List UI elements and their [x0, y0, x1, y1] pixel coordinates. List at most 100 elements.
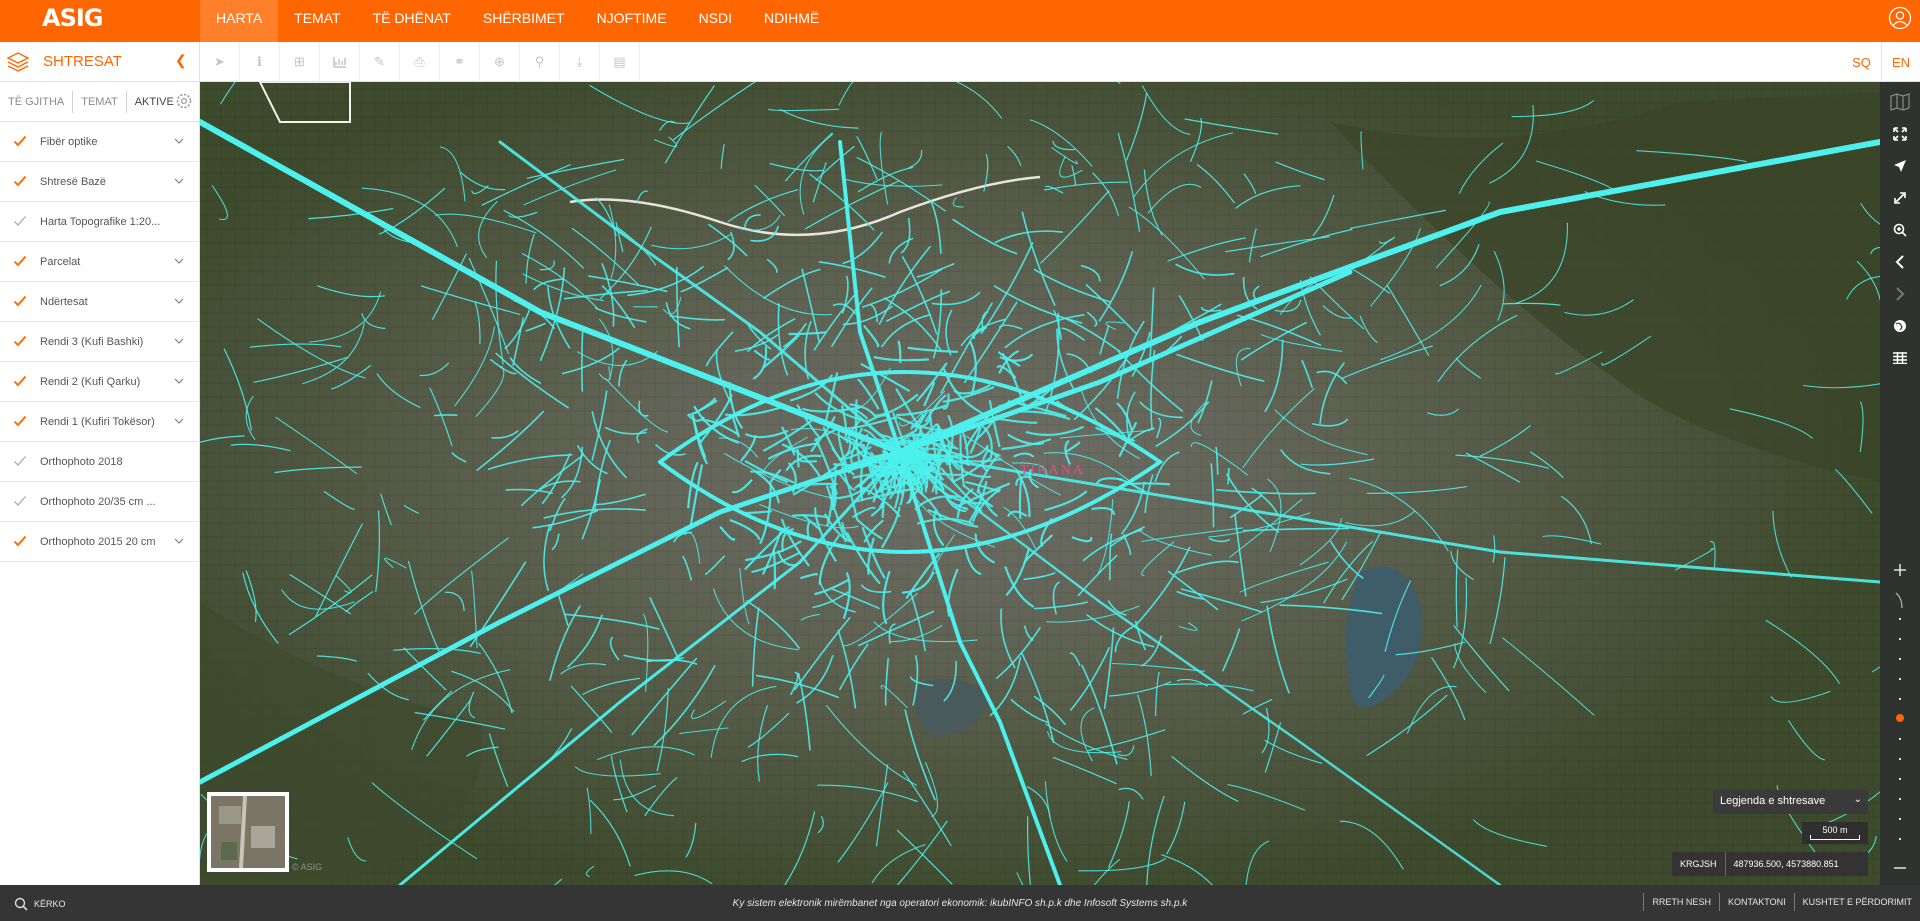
link-icon[interactable]: ⚭ — [440, 42, 480, 82]
checkmark-icon[interactable] — [13, 254, 27, 268]
nav-harta[interactable]: HARTA — [200, 0, 279, 42]
user-icon[interactable] — [1888, 6, 1912, 30]
layer-item[interactable]: Orthophoto 2015 20 cm — [0, 522, 199, 562]
zoom-in-button[interactable] — [1880, 554, 1920, 586]
map-canvas[interactable]: TIRANA — [200, 82, 1880, 885]
fiber-line — [1126, 482, 1171, 486]
zoom-area-icon[interactable] — [1880, 214, 1920, 246]
checkmark-icon[interactable] — [13, 294, 27, 308]
nav-sherbimet[interactable]: SHËRBIMET — [467, 0, 581, 42]
download-icon[interactable]: ⤓ — [560, 42, 600, 82]
link-rreth-nesh[interactable]: RRETH NESH — [1643, 893, 1719, 911]
tab-aktive[interactable]: AKTIVE — [127, 91, 182, 113]
layer-item[interactable]: Rendi 2 (Kufi Qarku) — [0, 362, 199, 402]
checkmark-icon[interactable] — [13, 174, 27, 188]
footer: KËRKO Ky sistem elektronik mirëmbanet ng… — [0, 885, 1920, 921]
chevron-down-icon[interactable] — [174, 417, 184, 425]
overview-map[interactable] — [207, 792, 289, 872]
layer-item[interactable]: Harta Topografike 1:20... — [0, 202, 199, 242]
nav-ndihme[interactable]: NDIHMË — [748, 0, 835, 42]
chart-icon[interactable] — [320, 42, 360, 82]
map-imagery[interactable]: TIRANA — [200, 82, 1880, 885]
legend-dropdown-label: Legjenda e shtresave — [1720, 795, 1826, 807]
back-icon[interactable] — [1880, 246, 1920, 278]
chevron-down-icon[interactable] — [174, 177, 184, 185]
logo-wordmark: ASIG — [42, 4, 103, 32]
zoom-ticks — [1899, 618, 1901, 840]
gear-icon[interactable] — [175, 92, 193, 110]
nav-njoftime[interactable]: NJOFTIME — [581, 0, 683, 42]
layer-item[interactable]: Orthophoto 20/35 cm ... — [0, 482, 199, 522]
checkmark-icon[interactable] — [13, 534, 27, 548]
forward-icon[interactable] — [1880, 278, 1920, 310]
layer-item[interactable]: Parcelat — [0, 242, 199, 282]
chevron-down-icon[interactable] — [174, 537, 184, 545]
asig-logo[interactable]: ASIG — [38, 2, 128, 38]
link-kontaktoni[interactable]: KONTAKTONI — [1718, 893, 1794, 911]
lang-en[interactable]: EN — [1882, 55, 1920, 70]
tab-temat[interactable]: TEMAT — [73, 90, 127, 113]
coordinate-readout: KRGJSH 487936.500, 4573880.851 — [1672, 852, 1868, 876]
basemap-icon[interactable] — [1880, 86, 1920, 118]
lang-sq[interactable]: SQ — [1842, 55, 1881, 70]
layer-item[interactable]: Orthophoto 2018 — [0, 442, 199, 482]
fullscreen-icon[interactable] — [1880, 118, 1920, 150]
fiber-line — [772, 549, 777, 590]
locate-icon[interactable] — [1880, 150, 1920, 182]
tab-te-gjitha[interactable]: TË GJITHA — [0, 90, 74, 113]
language-switch: SQ EN — [1842, 42, 1920, 82]
zoom-slider[interactable] — [1894, 588, 1906, 848]
add-icon[interactable]: ⊞ — [280, 42, 320, 82]
layer-item[interactable]: Rendi 1 (Kufiri Tokësor) — [0, 402, 199, 442]
checkmark-icon[interactable] — [13, 134, 27, 148]
chevron-down-icon[interactable] — [174, 137, 184, 145]
layer-name: Rendi 3 (Kufi Bashki) — [40, 336, 144, 348]
zoom-thumb[interactable] — [1896, 714, 1904, 722]
checkmark-icon[interactable] — [13, 494, 27, 508]
layer-item[interactable]: Rendi 3 (Kufi Bashki) — [0, 322, 199, 362]
layer-item[interactable]: Fibër optike — [0, 122, 199, 162]
checkmark-icon[interactable] — [13, 374, 27, 388]
layer-item[interactable]: Ndërtesat — [0, 282, 199, 322]
zoom-out-button[interactable] — [1880, 852, 1920, 884]
layer-name: Fibër optike — [40, 136, 98, 148]
layer-name: Ndërtesat — [40, 296, 88, 308]
checkmark-icon[interactable] — [13, 334, 27, 348]
edit-icon[interactable]: ✎ — [360, 42, 400, 82]
top-navbar: ASIG HARTA TEMAT TË DHËNAT SHËRBIMET NJO… — [0, 0, 1920, 42]
expand-icon[interactable] — [1880, 182, 1920, 214]
grid-icon[interactable] — [1880, 342, 1920, 374]
chevron-down-icon[interactable] — [174, 257, 184, 265]
select-icon[interactable]: ➤ — [200, 42, 240, 82]
toolbar: SHTRESAT ❮ ➤ ℹ ⊞ ✎ ⎙ ⚭ ⊕ ⚲ ⤓ ▤ SQ EN — [0, 42, 1920, 82]
nav-temat[interactable]: TEMAT — [278, 0, 356, 42]
scale-label: 500 m — [1822, 825, 1848, 835]
globe-icon[interactable] — [1880, 310, 1920, 342]
chevron-down-icon[interactable] — [174, 377, 184, 385]
main-nav: HARTA TEMAT TË DHËNAT SHËRBIMET NJOFTIME… — [200, 0, 835, 42]
plus-circle-icon[interactable]: ⊕ — [480, 42, 520, 82]
image-icon[interactable]: ▤ — [600, 42, 640, 82]
checkmark-icon[interactable] — [13, 414, 27, 428]
zoom-tick — [1899, 818, 1901, 820]
layer-name: Parcelat — [40, 256, 81, 268]
layer-name: Orthophoto 2018 — [40, 456, 123, 468]
checkmark-icon[interactable] — [13, 214, 27, 228]
layer-tabs: TË GJITHA TEMAT AKTIVE — [0, 82, 199, 122]
info-icon[interactable]: ℹ — [240, 42, 280, 82]
link-kushtet[interactable]: KUSHTET E PËRDORIMIT — [1793, 893, 1920, 911]
zoom-tick — [1899, 638, 1901, 640]
legend-dropdown[interactable]: Legjenda e shtresave ⌄ — [1713, 790, 1868, 814]
collapse-panel-icon[interactable]: ❮ — [175, 52, 187, 69]
print-icon[interactable]: ⎙ — [400, 42, 440, 82]
map-watermark: © ASIG — [292, 862, 323, 872]
layer-item[interactable]: Shtresë Bazë — [0, 162, 199, 202]
nav-nsdi[interactable]: NSDI — [683, 0, 748, 42]
chevron-down-icon[interactable] — [174, 337, 184, 345]
nav-te-dhenat[interactable]: TË DHËNAT — [357, 0, 467, 42]
zoom-tick — [1899, 798, 1901, 800]
checkmark-icon[interactable] — [13, 454, 27, 468]
search-icon[interactable]: ⚲ — [520, 42, 560, 82]
chevron-down-icon[interactable] — [174, 297, 184, 305]
crs-label[interactable]: KRGJSH — [1672, 852, 1726, 876]
